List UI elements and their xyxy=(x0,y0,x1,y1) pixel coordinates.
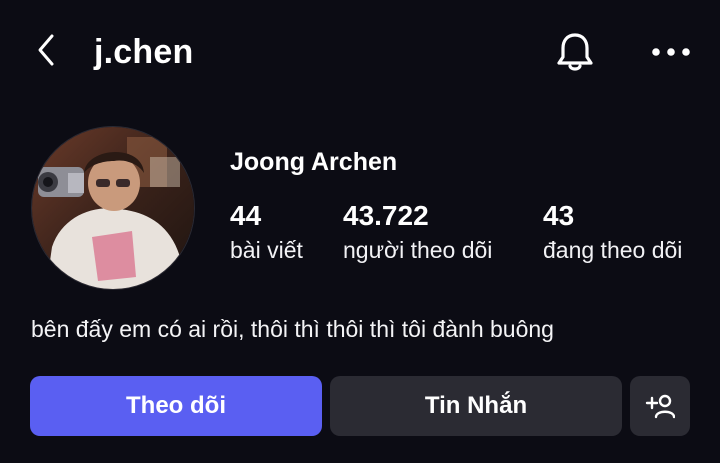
message-button[interactable]: Tin Nhắn xyxy=(330,376,622,436)
following-count: 43 xyxy=(543,200,575,231)
followers-label: người theo dõi xyxy=(343,237,493,263)
profile-bio: bên đấy em có ai rồi, thôi thì thôi thì … xyxy=(31,316,554,342)
stat-followers[interactable]: 43.722 người theo dõi xyxy=(343,198,492,266)
avatar-photo xyxy=(32,127,194,289)
notifications-button[interactable] xyxy=(552,28,598,76)
display-name: Joong Archen xyxy=(230,148,398,176)
stat-following[interactable]: 43 đang theo dõi xyxy=(543,198,682,266)
chevron-left-icon xyxy=(38,34,54,66)
ellipsis-icon xyxy=(652,48,690,56)
followers-count: 43.722 xyxy=(343,200,429,231)
more-options-button[interactable] xyxy=(646,32,696,72)
profile-avatar[interactable] xyxy=(31,126,195,290)
suggest-people-button[interactable] xyxy=(630,376,690,436)
bell-icon xyxy=(557,33,593,71)
posts-label: bài viết xyxy=(230,237,303,263)
add-person-icon xyxy=(645,394,675,419)
posts-count: 44 xyxy=(230,200,262,231)
profile-username: j.chen xyxy=(94,33,194,71)
follow-button[interactable]: Theo dõi xyxy=(30,376,322,436)
stat-posts[interactable]: 44 bài viết xyxy=(230,198,303,266)
back-button[interactable] xyxy=(28,30,64,70)
top-bar: j.chen xyxy=(0,0,720,104)
following-label: đang theo dõi xyxy=(543,237,683,263)
